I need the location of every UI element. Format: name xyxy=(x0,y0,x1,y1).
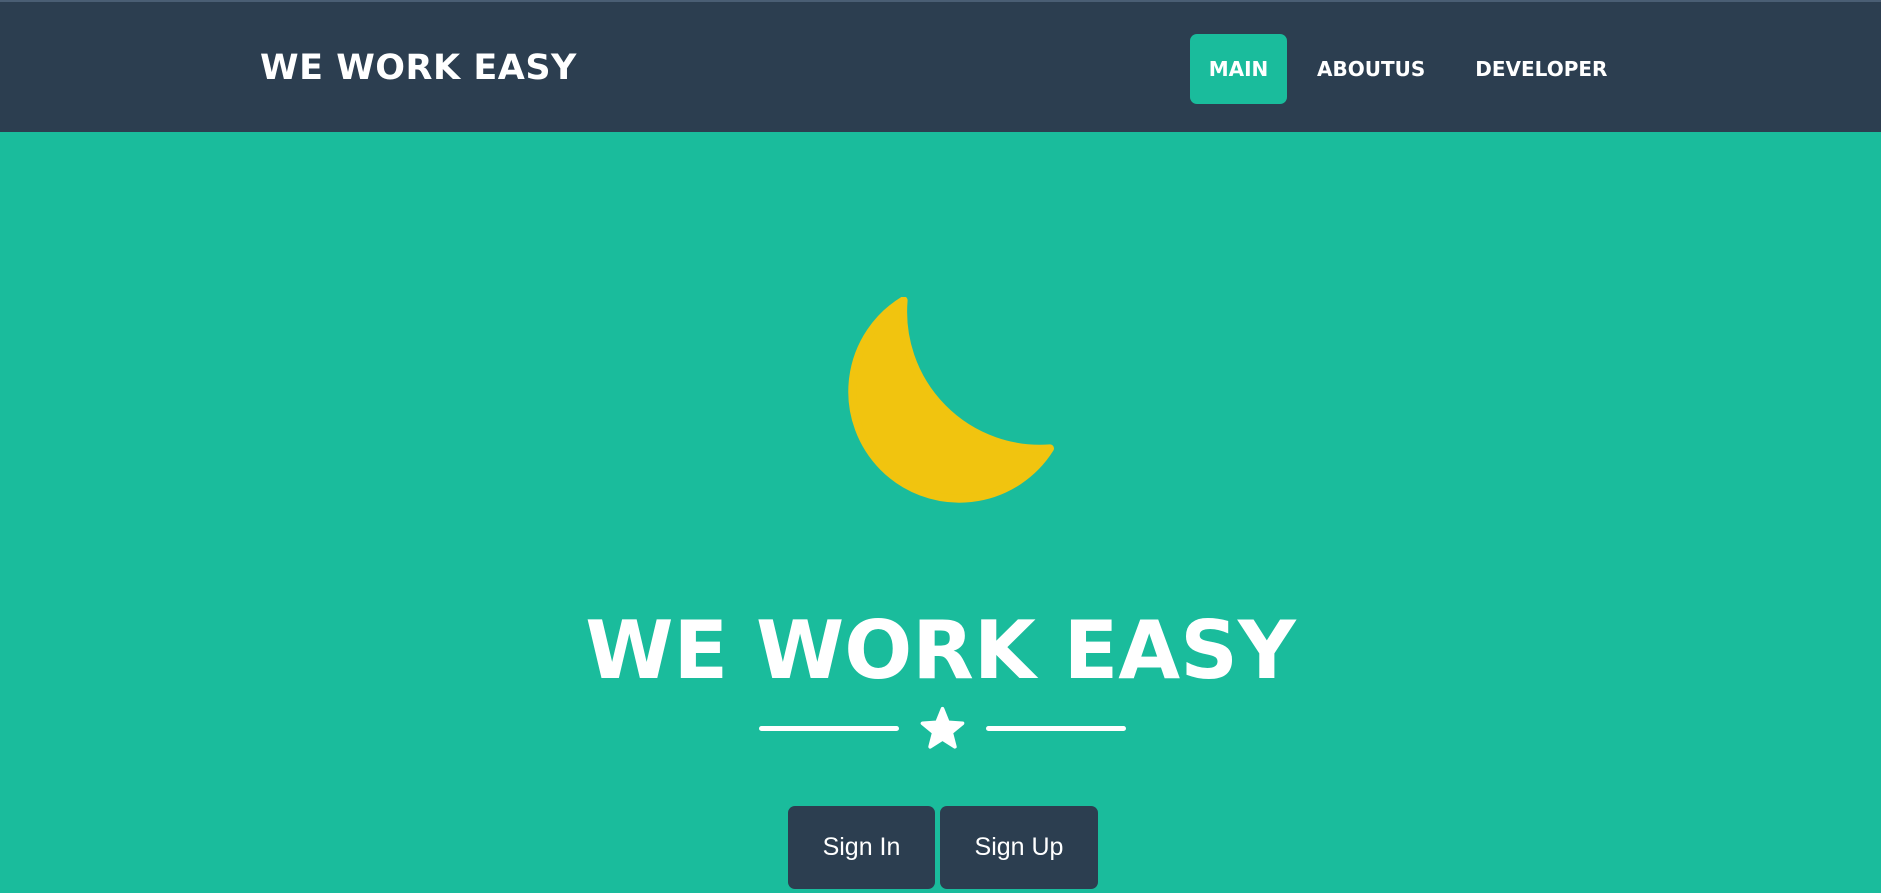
nav-item-developer[interactable]: DEVELOPER xyxy=(1455,34,1627,104)
divider-line-left xyxy=(759,726,899,731)
nav-item-main[interactable]: MAIN xyxy=(1190,34,1287,104)
main-nav: MAIN ABOUTUS DEVELOPER xyxy=(1190,34,1637,104)
star-divider xyxy=(759,704,1126,754)
crescent-moon-icon xyxy=(848,297,1054,503)
nav-item-aboutus[interactable]: ABOUTUS xyxy=(1297,34,1445,104)
star-icon xyxy=(920,706,965,749)
sign-in-button[interactable]: Sign In xyxy=(788,806,935,889)
divider-line-right xyxy=(986,726,1126,731)
hero-title: WE WORK EASY xyxy=(585,604,1296,697)
auth-buttons: Sign In Sign Up xyxy=(788,806,1103,889)
navbar: WE WORK EASY MAIN ABOUTUS DEVELOPER xyxy=(0,0,1881,132)
hero-section: WE WORK EASY Sign In Sign Up xyxy=(0,132,1881,893)
brand-link[interactable]: WE WORK EASY xyxy=(260,48,577,88)
sign-up-button[interactable]: Sign Up xyxy=(940,806,1098,889)
